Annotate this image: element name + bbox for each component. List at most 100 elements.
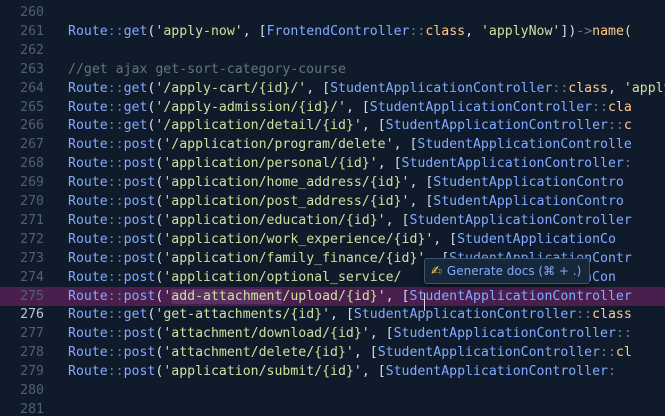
code-token: :	[607, 364, 616, 380]
code-line[interactable]: 268 Route::post('application/personal/{id…	[0, 154, 665, 173]
line-number[interactable]: 262	[0, 41, 44, 60]
code-line[interactable]: 266 Route::get('/application/detail/{id}'…	[0, 116, 665, 135]
code-token: ,	[242, 23, 259, 39]
code-text[interactable]: Route::get('/apply-cart/{id}/', [Student…	[68, 79, 665, 98]
code-token: ::	[600, 345, 616, 361]
line-number[interactable]: 261	[0, 22, 44, 41]
code-token: get	[123, 80, 148, 96]
code-token: ->	[576, 23, 593, 39]
code-token: ::	[107, 326, 124, 342]
line-number[interactable]: 273	[0, 249, 44, 268]
line-number[interactable]: 277	[0, 324, 44, 343]
line-number[interactable]: 270	[0, 192, 44, 211]
text-cursor	[424, 293, 425, 311]
code-text[interactable]: Route::post('application/work_experience…	[68, 230, 616, 249]
code-text[interactable]: Route::post('/application/program/delete…	[68, 135, 632, 154]
code-line[interactable]: 261 Route::get('apply-now', [FrontendCont…	[0, 22, 665, 41]
code-line[interactable]: 262	[0, 41, 665, 60]
code-text[interactable]: Route::get('/apply-admission/{id}/', [St…	[68, 98, 632, 117]
code-line[interactable]: 269 Route::post('application/home_address…	[0, 173, 665, 192]
code-token: post	[123, 231, 156, 247]
code-line[interactable]: 260	[0, 3, 665, 22]
code-line[interactable]: 271 Route::post('application/education/{i…	[0, 211, 665, 230]
code-token: 'apply	[623, 80, 665, 96]
code-token: post	[123, 250, 156, 266]
code-token: 'application/family_finance/{id}'	[163, 250, 426, 266]
code-token: get	[123, 99, 148, 115]
line-number[interactable]: 274	[0, 268, 44, 287]
code-editor[interactable]: 260 261 Route::get('apply-now', [FrontendC…	[0, 0, 665, 416]
code-token: [	[322, 80, 331, 96]
line-number[interactable]: 263	[0, 60, 44, 79]
code-token: post	[123, 212, 156, 228]
code-line[interactable]: 276 Route::get('get-attachments/{id}', [S…	[0, 305, 665, 324]
line-number[interactable]: 272	[0, 230, 44, 249]
generate-docs-tooltip[interactable]: ✍ Generate docs (⌘ + .)	[424, 258, 591, 284]
code-token: 'application/personal/{id}'	[163, 156, 378, 172]
line-number[interactable]: 268	[0, 154, 44, 173]
code-text[interactable]: Route::post('application/home_address/{i…	[68, 173, 624, 192]
code-token: ::	[107, 250, 124, 266]
code-token: ::	[107, 156, 124, 172]
code-token: [	[393, 156, 402, 172]
code-text[interactable]: Route::post('add-attachment/upload/{id}'…	[68, 287, 632, 306]
code-text[interactable]: //get ajax get-sort-category-course	[68, 60, 346, 79]
line-number[interactable]: 260	[0, 3, 44, 22]
code-token: cl	[615, 345, 632, 361]
code-line[interactable]: 280	[0, 381, 665, 400]
line-number[interactable]: 281	[0, 400, 44, 416]
code-line[interactable]: 279 Route::post('application/submit/{id}'…	[0, 362, 665, 381]
line-number[interactable]: 276	[0, 305, 44, 324]
code-text[interactable]: Route::get('apply-now', [FrontendControl…	[68, 22, 632, 41]
code-token: StudentApplicationController	[377, 345, 601, 361]
code-token: Route	[68, 118, 108, 134]
code-token: //get ajax get-sort-category-course	[68, 61, 346, 77]
generate-docs-label[interactable]: Generate docs (⌘ + .)	[447, 264, 581, 278]
code-line[interactable]: 265 Route::get('/apply-admission/{id}/', …	[0, 98, 665, 117]
line-number[interactable]: 269	[0, 173, 44, 192]
code-text[interactable]: Route::get('/application/detail/{id}', […	[68, 116, 632, 135]
code-token: 'application/home_address/{id}'	[163, 175, 410, 191]
code-line[interactable]: 264 Route::get('/apply-cart/{id}/', [Stud…	[0, 79, 665, 98]
code-token: get	[123, 23, 148, 39]
code-text[interactable]: Route::get('get-attachments/{id}', [Stud…	[68, 305, 632, 324]
code-token: Route	[68, 156, 108, 172]
line-number[interactable]: 280	[0, 381, 44, 400]
code-token: ,	[409, 194, 426, 209]
code-text[interactable]: Route::post('application/submit/{id}', […	[68, 362, 616, 381]
code-token: [	[369, 345, 378, 361]
line-number[interactable]: 275	[0, 287, 44, 306]
code-token: ::	[107, 175, 124, 191]
code-line[interactable]: 270 Route::post('application/post_address…	[0, 192, 665, 211]
code-text[interactable]: Route::post('application/personal/{id}',…	[68, 154, 632, 173]
code-token: StudentApplicationContro	[433, 175, 624, 191]
code-line[interactable]: 275 Route::post('add-attachment/upload/{i…	[0, 286, 665, 306]
line-number[interactable]: 271	[0, 211, 44, 230]
code-line[interactable]: 267 Route::post('/application/program/del…	[0, 135, 665, 154]
line-number[interactable]: 265	[0, 98, 44, 117]
line-number[interactable]: 264	[0, 79, 44, 98]
code-token: Route	[68, 175, 108, 191]
code-token: ::	[107, 364, 124, 380]
code-line[interactable]: 263 //get ajax get-sort-category-course	[0, 60, 665, 79]
code-token: 'application/post_address/{id}'	[163, 194, 410, 209]
line-number[interactable]: 279	[0, 362, 44, 381]
code-text[interactable]: Route::post('application/post_address/{i…	[68, 192, 624, 211]
code-line[interactable]: 281	[0, 400, 665, 416]
code-token: post	[123, 269, 156, 285]
code-text[interactable]: Route::post('attachment/delete/{id}', [S…	[68, 343, 632, 362]
line-number[interactable]: 267	[0, 135, 44, 154]
code-line[interactable]: 277 Route::post('attachment/download/{id}…	[0, 324, 665, 343]
code-token: FrontendController	[266, 23, 410, 39]
code-token: StudentApplicationController	[369, 99, 593, 115]
code-line[interactable]: 278 Route::post('attachment/delete/{id}',…	[0, 343, 665, 362]
line-number[interactable]: 278	[0, 343, 44, 362]
code-text[interactable]: Route::post('application/education/{id}'…	[68, 211, 632, 230]
code-token: 'application/optional_service/	[163, 269, 402, 285]
code-text[interactable]: Route::post('attachment/download/{id}', …	[68, 324, 632, 343]
code-token: 'apply-now'	[155, 23, 243, 39]
code-token: Route	[68, 345, 108, 361]
line-number[interactable]: 266	[0, 116, 44, 135]
code-token: [	[377, 118, 386, 134]
code-line[interactable]: 272 Route::post('application/work_experie…	[0, 230, 665, 249]
